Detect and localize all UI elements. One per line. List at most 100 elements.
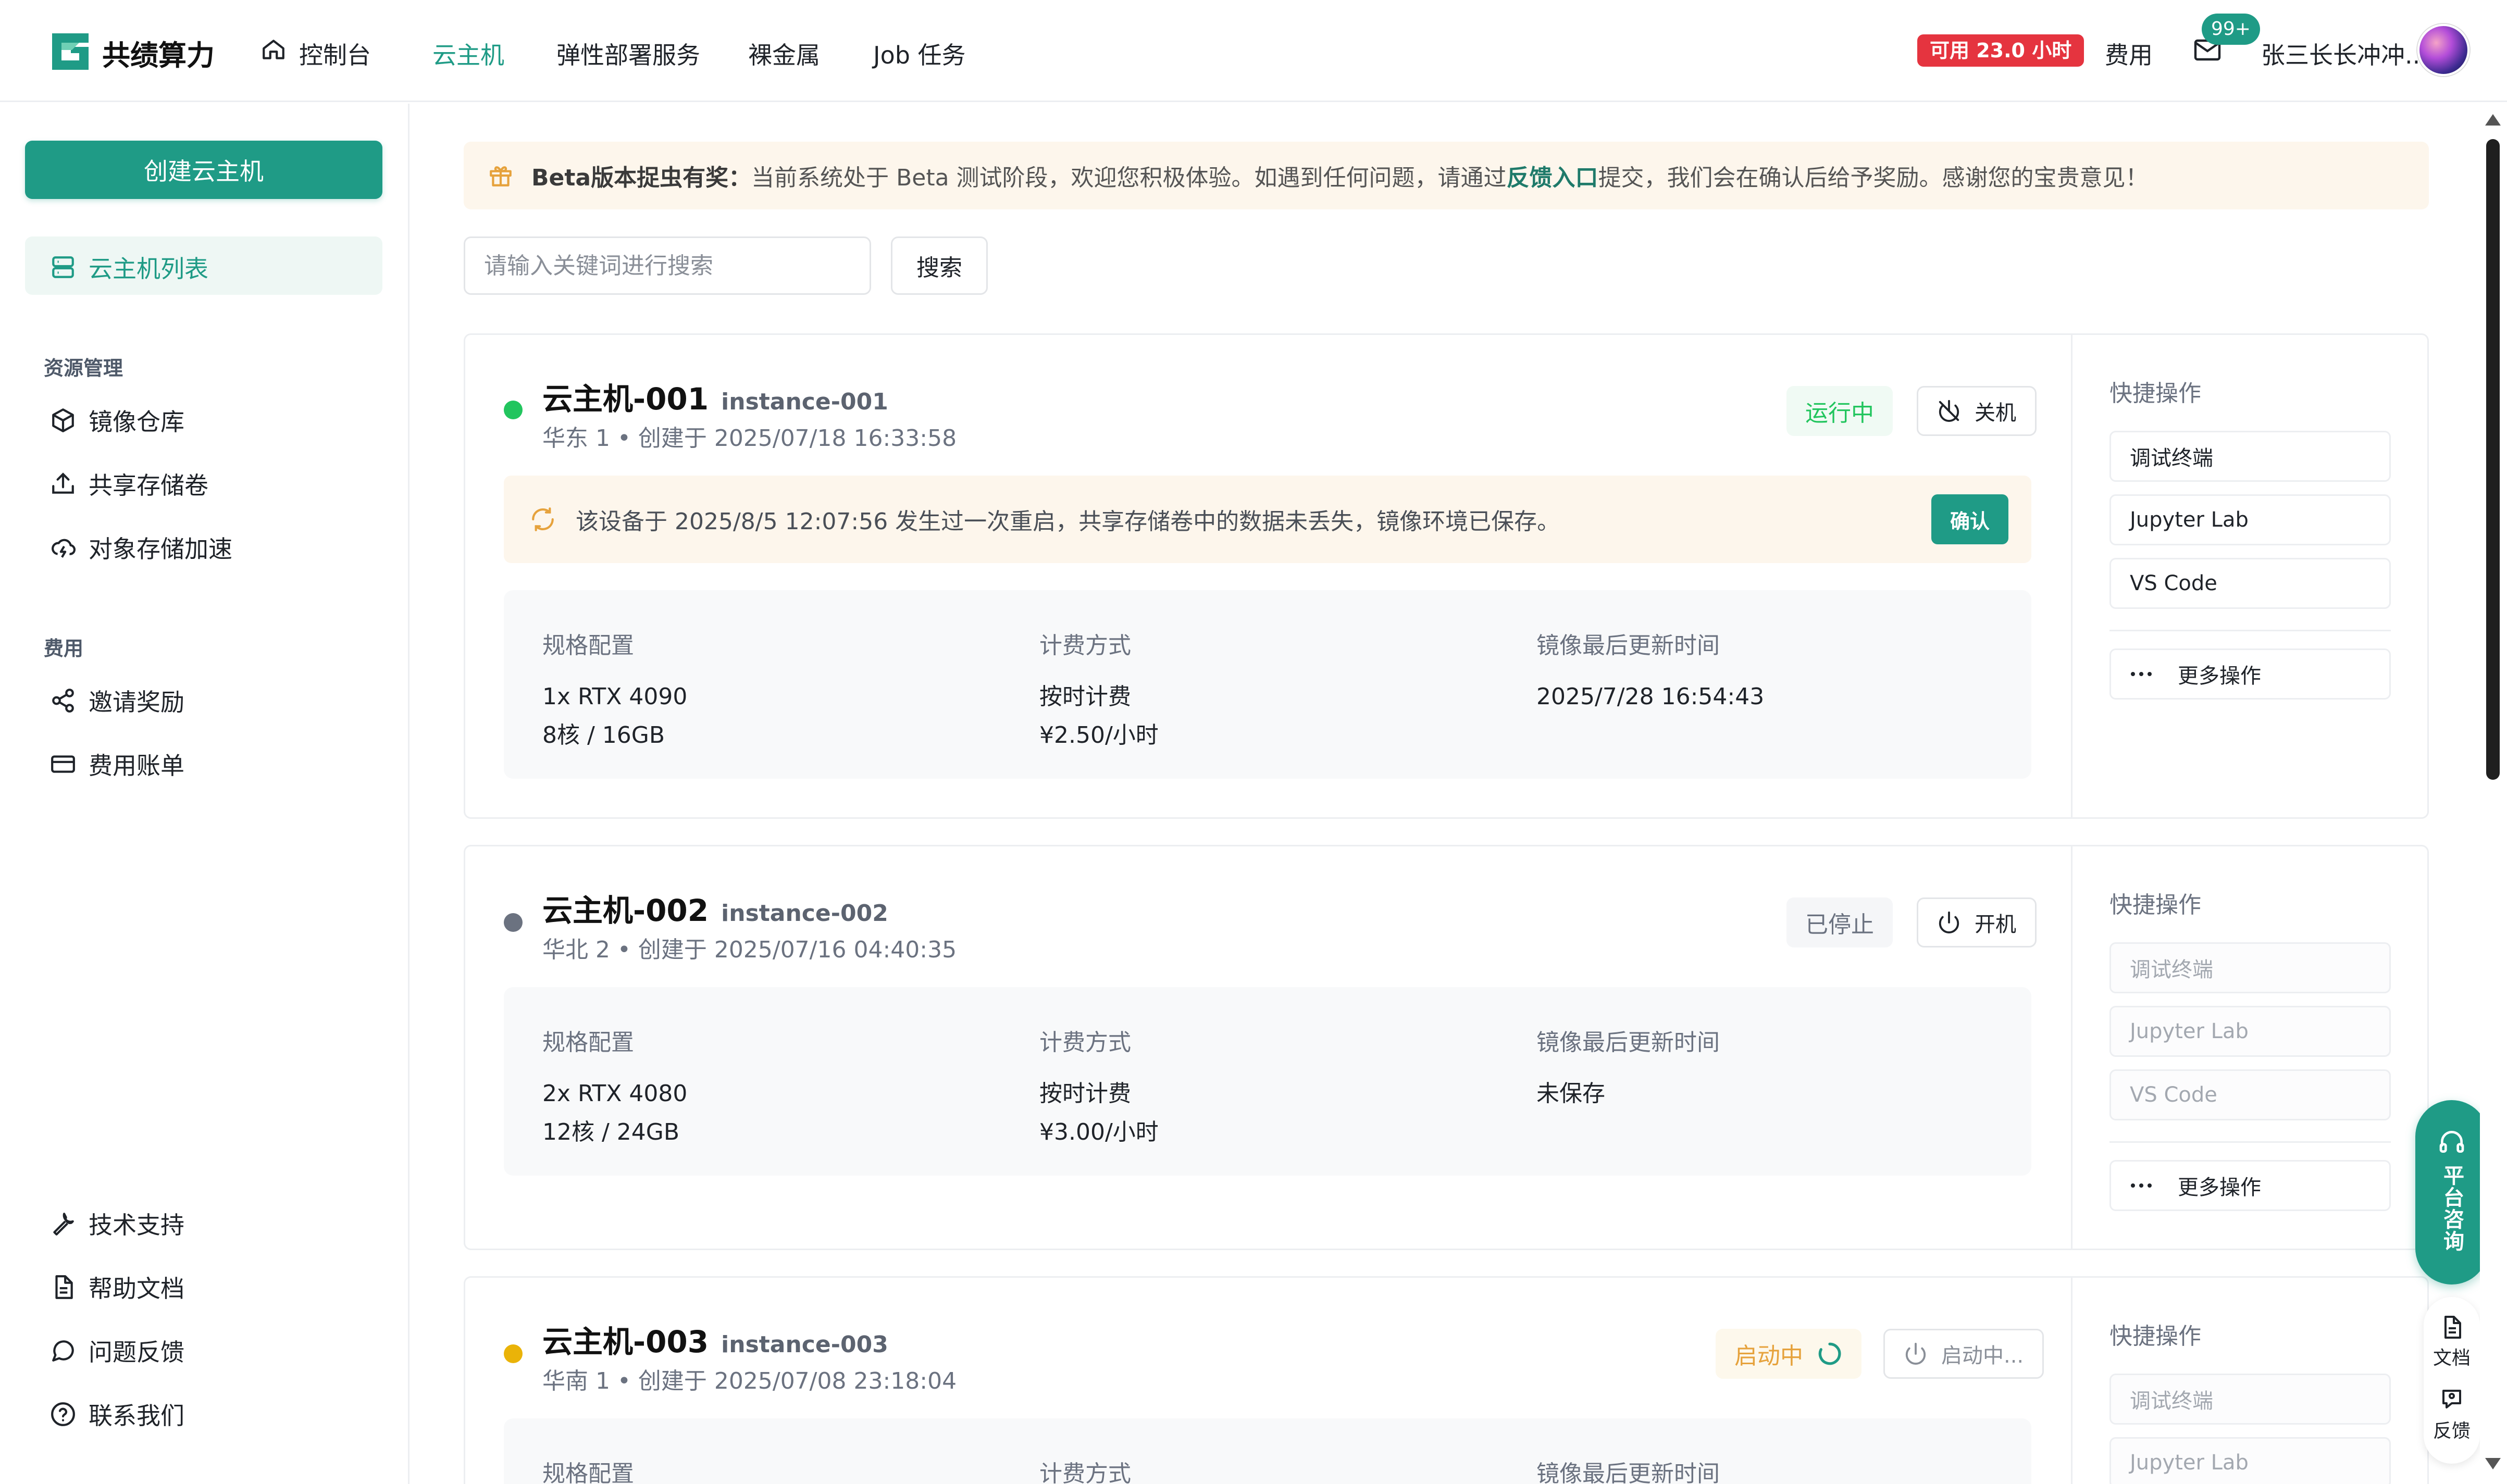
nav-job-task[interactable]: Job 任务 [873,36,966,71]
document-icon [55,1275,73,1299]
confirm-button[interactable]: 确认 [1931,494,2008,544]
scroll-thumb[interactable] [2486,139,2500,780]
vscode-button[interactable]: VS Code [2109,558,2391,609]
power-starting-button[interactable]: 启动中... [1883,1329,2044,1379]
jupyter-lab-button[interactable]: Jupyter Lab [2109,494,2391,545]
debug-terminal-button[interactable]: 调试终端 [2109,431,2391,482]
brand-name: 共绩算力 [102,39,215,72]
spec-cpu: 8核 / 16GB [542,722,665,749]
spec-box: 规格配置 1x RTX 4090 8核 / 16GB 计费方式 按时计费 ¥2.50… [504,590,2031,779]
sidebar-item-contact-us[interactable]: 联系我们 [50,1397,184,1431]
power-button-label: 关机 [1975,401,2016,425]
scrollbar[interactable] [2480,104,2507,1484]
sidebar-item-label: 费用账单 [89,752,184,780]
restart-notice: 该设备于 2025/8/5 12:07:56 发生过一次重启，共享存储卷中的数据… [504,476,2031,563]
sidebar-item-feedback[interactable]: 问题反馈 [50,1333,184,1368]
spec-box: 规格配置 2x RTX 4080 12核 / 24GB 计费方式 按时计费 ¥3.0… [504,987,2031,1176]
float-docs-label: 文档 [2432,1348,2471,1369]
nav-cloud-host[interactable]: 云主机 [432,36,504,71]
nav-bare-metal[interactable]: 裸金属 [748,36,820,71]
status-badge: 已停止 [1786,897,1893,947]
nav-elastic-deploy[interactable]: 弹性部署服务 [556,36,700,71]
sidebar-item-help-docs[interactable]: 帮助文档 [50,1270,184,1304]
instance-card: 云主机-003 instance-003 华南 1 • 创建于 2025/07/0… [464,1276,2429,1484]
instance-id: instance-003 [721,1331,888,1358]
image-label: 镜像最后更新时间 [1536,1461,1720,1484]
sidebar-item-label: 镜像仓库 [89,408,184,436]
float-feedback-button[interactable]: 反馈 [2433,1388,2471,1443]
sidebar-item-label: 共享存储卷 [89,471,208,500]
ellipsis-icon [2131,672,2152,676]
sidebar-item-object-storage[interactable]: 对象存储加速 [50,530,232,565]
create-cloud-host-button[interactable]: 创建云主机 [25,141,382,199]
spinner-icon [1818,1342,1841,1365]
instance-subtitle: 华南 1 • 创建于 2025/07/08 23:18:04 [542,1368,957,1394]
sidebar-item-billing[interactable]: 费用账单 [50,747,184,781]
more-actions-label: 更多操作 [2178,1176,2261,1200]
sidebar-item-invite-reward[interactable]: 邀请奖励 [50,683,184,718]
spec-gpu: 1x RTX 4090 8核 / 16GB [542,683,688,749]
card-divider [2071,335,2072,817]
instance-name: 云主机-002 instance-002 [542,886,888,930]
instance-name-text: 云主机-002 [542,893,709,928]
quick-actions-separator [2109,630,2391,631]
sidebar-item-shared-volume[interactable]: 共享存储卷 [50,467,208,501]
feedback-entry-link[interactable]: 反馈入口 [1507,159,1598,192]
credit-badge[interactable]: 可用 23.0 小时 [1917,34,2084,67]
spec-label: 规格配置 [542,1029,634,1056]
cloud-lightning-icon [52,539,76,558]
sidebar-item-cloud-host-list[interactable]: 云主机列表 [50,250,208,284]
fee-link[interactable]: 费用 [2105,36,2153,71]
debug-terminal-button[interactable]: 调试终端 [2109,1374,2391,1425]
sidebar-item-label: 技术支持 [89,1211,184,1239]
more-actions-button[interactable]: 更多操作 [2109,649,2391,700]
power-on-button[interactable]: 开机 [1917,897,2037,947]
sidebar-item-tech-support[interactable]: 技术支持 [50,1206,184,1241]
card-divider [2071,846,2072,1249]
beta-title: Beta版本捉虫有奖： [531,165,752,191]
quick-actions-title: 快捷操作 [2109,892,2201,918]
card-divider [2071,1278,2072,1484]
home-icon [263,40,284,59]
instance-name: 云主机-003 instance-003 [542,1317,888,1361]
power-off-icon [1939,400,1959,422]
search-input[interactable] [464,236,871,295]
quick-actions-title: 快捷操作 [2109,1323,2201,1350]
image-column: 镜像最后更新时间 未保存 [1536,1024,1720,1113]
more-actions-label: 更多操作 [2178,664,2261,688]
jupyter-lab-button[interactable]: Jupyter Lab [2109,1437,2391,1484]
headset-icon [2439,1131,2464,1153]
beta-banner: Beta版本捉虫有奖： 当前系统处于 Beta 测试阶段，欢迎您积极体验。如遇到… [464,142,2429,209]
nav-console[interactable]: 控制台 [299,36,371,71]
debug-terminal-button[interactable]: 调试终端 [2109,942,2391,993]
quick-actions-title: 快捷操作 [2109,380,2201,407]
scroll-up-arrow-icon[interactable] [2485,114,2501,126]
platform-consult-button[interactable]: 平台咨询 [2415,1100,2488,1285]
share-icon [52,689,74,713]
instance-subtitle: 华北 2 • 创建于 2025/07/16 04:40:35 [542,937,957,963]
power-button-label: 启动中... [1941,1344,2024,1368]
username[interactable]: 张三长长冲冲.. [2261,36,2420,71]
more-actions-button[interactable]: 更多操作 [2109,1160,2391,1211]
spec-label: 规格配置 [542,632,634,659]
mail-count-badge: 99+ [2202,14,2260,45]
power-icon [1905,1342,1926,1365]
instance-name-text: 云主机-003 [542,1324,709,1360]
avatar[interactable] [2417,24,2469,76]
image-time: 2025/7/28 16:54:43 [1536,683,1765,710]
search-button[interactable]: 搜索 [891,236,988,295]
feedback-person-icon [2442,1390,2461,1408]
brand-logo-icon[interactable] [48,29,93,74]
credit-card-icon [51,755,75,773]
power-off-button[interactable]: 关机 [1917,386,2037,436]
sidebar-item-image-repo[interactable]: 镜像仓库 [50,403,184,438]
jupyter-lab-button[interactable]: Jupyter Lab [2109,1006,2391,1057]
sidebar-item-label: 帮助文档 [89,1275,184,1303]
sidebar-section-resources: 资源管理 [44,357,123,380]
float-docs-button[interactable]: 文档 [2433,1315,2471,1370]
vscode-button[interactable]: VS Code [2109,1069,2391,1120]
scroll-down-arrow-icon[interactable] [2485,1458,2501,1469]
spec-column: 规格配置 [542,1455,634,1484]
float-feedback-label: 反馈 [2432,1420,2471,1442]
float-tools: 文档 反馈 [2424,1297,2480,1464]
